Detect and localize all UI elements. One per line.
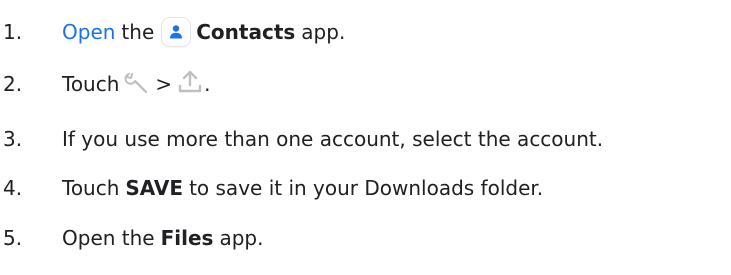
contacts-app-name: Contacts xyxy=(196,20,296,44)
step-number: 2. xyxy=(3,72,23,96)
step-text: Touch > . xyxy=(62,69,211,100)
step-text: Open the Files app. xyxy=(62,226,263,250)
step-number: 5. xyxy=(3,226,23,250)
step-5: 5. Open the Files app. xyxy=(0,218,731,258)
step-text-part: Touch xyxy=(62,72,120,96)
step-text-part: app. xyxy=(219,226,264,250)
step-number: 3. xyxy=(3,127,23,151)
upload-icon xyxy=(176,69,204,100)
step-2: 2. Touch > . xyxy=(0,64,731,104)
step-text-part: Open the xyxy=(62,226,155,250)
step-text-part: If you use more than one account, select… xyxy=(62,127,604,151)
separator-symbol: > xyxy=(155,72,173,96)
contacts-app-icon xyxy=(162,18,191,46)
open-contacts-link[interactable]: Open xyxy=(62,20,115,44)
step-text-part: Touch xyxy=(62,176,120,200)
step-end-punct: . xyxy=(204,72,211,96)
step-text-part: app. xyxy=(301,20,346,44)
save-label: SAVE xyxy=(125,176,184,200)
wrench-icon xyxy=(123,70,151,99)
step-4: 4. Touch SAVE to save it in your Downloa… xyxy=(0,168,731,208)
step-1: 1. Open the Contacts app. xyxy=(0,12,731,52)
step-3: 3. If you use more than one account, sel… xyxy=(0,119,731,159)
step-text: Touch SAVE to save it in your Downloads … xyxy=(62,176,543,200)
step-number: 1. xyxy=(3,20,23,44)
files-app-name: Files xyxy=(160,226,214,250)
step-text-part: to save it in your Downloads folder. xyxy=(189,176,544,200)
step-text: Open the Contacts app. xyxy=(62,18,345,46)
step-number: 4. xyxy=(3,176,23,200)
step-text: If you use more than one account, select… xyxy=(62,127,603,151)
step-text-part: the xyxy=(121,20,155,44)
